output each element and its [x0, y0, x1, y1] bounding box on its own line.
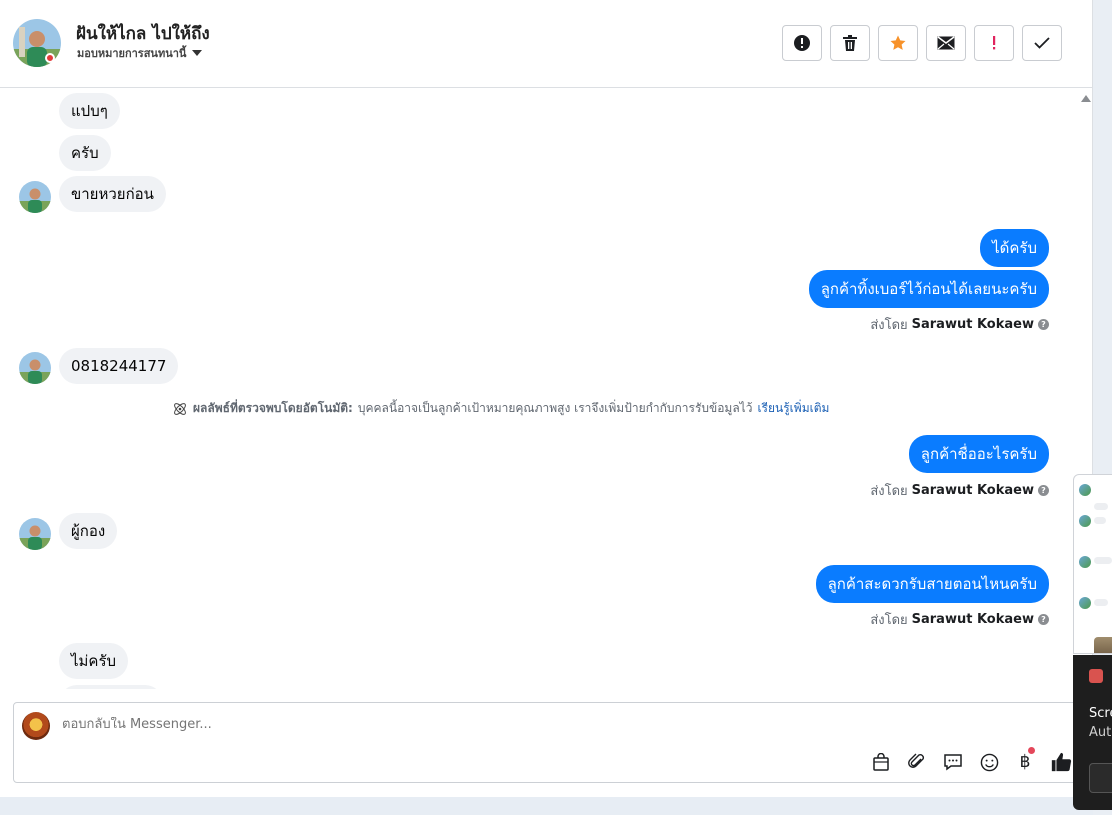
- preview-avatar: [1079, 597, 1091, 609]
- toast-subtitle: Aut: [1089, 725, 1112, 740]
- reply-input[interactable]: [62, 717, 662, 732]
- incoming-message[interactable]: ขายหวยก่อน: [59, 176, 166, 212]
- app-icon: [1089, 669, 1103, 683]
- preview-photo: [1094, 637, 1112, 653]
- composer-tools: ฿: [870, 747, 1072, 773]
- incoming-message[interactable]: ผู้กอง: [59, 513, 118, 549]
- sender-name: Sarawut Kokaew: [911, 317, 1034, 332]
- delete-button[interactable]: [830, 25, 870, 61]
- caret-down-icon: [192, 50, 203, 56]
- reply-composer: ฿: [13, 702, 1081, 783]
- atom-icon: [174, 402, 186, 415]
- sender-avatar: [19, 518, 51, 550]
- paperclip-icon: [908, 753, 924, 768]
- incoming-message-partial[interactable]: [59, 685, 163, 689]
- payment-button[interactable]: ฿: [1014, 747, 1036, 773]
- page-bottom-strip: [0, 797, 1093, 815]
- incoming-message[interactable]: ไม่ครับ: [59, 643, 129, 679]
- help-icon[interactable]: ?: [1038, 319, 1049, 330]
- outgoing-message[interactable]: ลูกค้าชื่ออะไรครับ: [908, 435, 1049, 473]
- preview-avatar: [1079, 515, 1091, 527]
- follow-up-button[interactable]: [974, 25, 1014, 61]
- incoming-message[interactable]: แปบๆ: [59, 93, 120, 129]
- screenshot-toast[interactable]: Scre Aut: [1073, 655, 1112, 810]
- help-icon[interactable]: ?: [1038, 614, 1049, 625]
- status-dot: [45, 53, 55, 63]
- preview-bubble: [1094, 503, 1108, 510]
- assign-label: มอบหมายการสนทนานี้: [77, 47, 187, 60]
- mark-unread-button[interactable]: [926, 25, 966, 61]
- mark-done-button[interactable]: [1022, 25, 1062, 61]
- screenshot-preview[interactable]: [1073, 474, 1112, 654]
- sent-by-label: ส่งโดย Sarawut Kokaew ?: [870, 314, 1049, 335]
- ai-note-text: บุคคลนี้อาจเป็นลูกค้าเป้าหมายคุณภาพสูง เ…: [357, 401, 753, 415]
- outgoing-message[interactable]: ลูกค้าทิ้งเบอร์ไว้ก่อนได้เลยนะครับ: [808, 270, 1049, 308]
- preview-bubble: [1094, 517, 1106, 524]
- preview-bubble: [1094, 557, 1112, 564]
- outgoing-message[interactable]: ลูกค้าสะดวกรับสายตอนไหนครับ: [815, 565, 1049, 603]
- sent-by-label: ส่งโดย Sarawut Kokaew ?: [870, 609, 1049, 630]
- thumbs-up-icon: [1051, 752, 1072, 772]
- ai-note-title: ผลลัพธ์ที่ตรวจพบโดยอัตโนมัติ:: [193, 401, 353, 415]
- bag-icon: [873, 753, 889, 771]
- ai-detection-note: ผลลัพธ์ที่ตรวจพบโดยอัตโนมัติ: บุคคลนี้อา…: [172, 399, 829, 418]
- like-button[interactable]: [1050, 751, 1072, 773]
- saved-replies-button[interactable]: [942, 751, 964, 773]
- sender-avatar: [19, 181, 51, 213]
- exclamation-icon: [993, 36, 996, 50]
- saved-reply-icon: [944, 754, 962, 771]
- sent-by-prefix: ส่งโดย: [870, 484, 908, 499]
- attach-button[interactable]: [906, 751, 928, 773]
- incoming-message[interactable]: ครับ: [59, 135, 111, 171]
- header-actions: [782, 25, 1062, 61]
- scroll-up-arrow-icon[interactable]: [1081, 95, 1091, 102]
- sender-name: Sarawut Kokaew: [911, 612, 1034, 627]
- page-avatar: [22, 712, 50, 740]
- help-icon[interactable]: ?: [1038, 485, 1049, 496]
- trash-icon: [843, 35, 857, 51]
- preview-avatar: [1079, 484, 1091, 496]
- emoji-icon: [980, 753, 998, 771]
- notification-dot: [1028, 747, 1035, 754]
- sender-name: Sarawut Kokaew: [911, 483, 1034, 498]
- toast-action-button[interactable]: [1089, 763, 1112, 793]
- incoming-message[interactable]: 0818244177: [59, 348, 179, 384]
- message-list[interactable]: แปบๆ ครับ ขายหวยก่อน ได้ครับ ลูกค้าทิ้งเ…: [0, 89, 1093, 689]
- shop-bag-button[interactable]: [870, 751, 892, 773]
- checkmark-icon: [1034, 37, 1050, 49]
- sent-by-prefix: ส่งโดย: [870, 613, 908, 628]
- conversation-panel: ฝันให้ไกล ไปให้ถึง มอบหมายการสนทนานี้ แป…: [0, 0, 1093, 797]
- star-button[interactable]: [878, 25, 918, 61]
- assign-dropdown[interactable]: มอบหมายการสนทนานี้: [77, 44, 203, 62]
- sender-avatar: [19, 352, 51, 384]
- contact-name: ฝันให้ไกล ไปให้ถึง: [76, 24, 210, 44]
- toast-title: Scre: [1089, 706, 1112, 721]
- outgoing-message[interactable]: ได้ครับ: [980, 229, 1049, 267]
- conversation-header: ฝันให้ไกล ไปให้ถึง มอบหมายการสนทนานี้: [0, 0, 1093, 88]
- emoji-button[interactable]: [978, 751, 1000, 773]
- learn-more-link[interactable]: เรียนรู้เพิ่มเติม: [757, 399, 829, 418]
- exclamation-circle-icon: [794, 35, 810, 51]
- baht-icon: ฿: [1019, 752, 1031, 772]
- sent-by-label: ส่งโดย Sarawut Kokaew ?: [870, 480, 1049, 501]
- envelope-icon: [937, 36, 955, 50]
- sent-by-prefix: ส่งโดย: [870, 318, 908, 333]
- preview-bubble: [1094, 599, 1108, 606]
- spam-report-button[interactable]: [782, 25, 822, 61]
- star-icon: [890, 35, 906, 50]
- preview-avatar: [1079, 556, 1091, 568]
